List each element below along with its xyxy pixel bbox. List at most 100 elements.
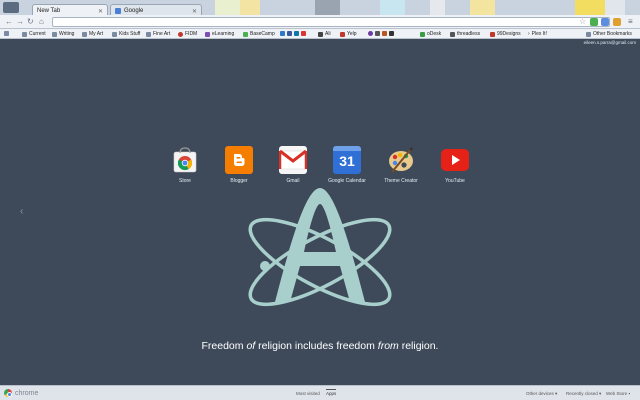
odesk-icon — [420, 31, 425, 37]
youtube-icon — [441, 146, 469, 174]
forward-icon[interactable]: → — [16, 17, 24, 26]
app-gmail[interactable]: Gmail — [273, 146, 313, 184]
bookmark-favicon-icon — [382, 31, 387, 36]
bookmark-item[interactable]: My Art — [82, 31, 103, 37]
other-bookmarks[interactable]: Other Bookmarks — [586, 31, 632, 37]
tab-google[interactable]: Google ✕ — [110, 4, 202, 15]
reload-icon[interactable]: ↻ — [27, 17, 34, 26]
theme-decoration — [315, 0, 340, 15]
bookmark-favicon-icon — [318, 31, 323, 37]
bookmark-item[interactable]: eLearning — [205, 31, 234, 37]
account-email: eileen.s.parra@gmail.com — [583, 40, 636, 45]
theme-decoration — [430, 0, 445, 15]
yelp-icon — [340, 31, 345, 37]
app-label: YouTube — [445, 178, 465, 184]
extension-icon[interactable] — [590, 18, 598, 26]
web-store-link[interactable]: Web Store ▪ — [606, 391, 630, 396]
bookmark-favicon-icon — [280, 31, 285, 36]
ntp-footer: chrome Most visited Apps Other devices ▾… — [0, 385, 640, 400]
tab-label: New Tab — [37, 8, 61, 14]
other-devices-menu[interactable]: Other devices ▾ — [526, 391, 557, 397]
folder-icon — [146, 31, 151, 37]
tab-most-visited[interactable]: Most visited — [296, 391, 320, 396]
omnibox[interactable] — [52, 17, 610, 34]
folder-icon — [52, 31, 57, 37]
folder-icon — [586, 31, 591, 37]
tab-strip: New Tab ✕ Google ✕ — [0, 0, 640, 15]
threadless-icon — [450, 31, 455, 37]
app-youtube[interactable]: YouTube — [435, 146, 475, 184]
folder-icon — [82, 31, 87, 37]
bookmark-favicon-icon — [301, 31, 306, 36]
facebook-icon — [287, 31, 292, 36]
bookmark-item[interactable]: FIDM — [178, 31, 197, 37]
electron-dot — [260, 261, 270, 271]
blogger-icon — [225, 146, 253, 174]
back-icon[interactable]: ← — [5, 17, 13, 26]
close-icon[interactable]: ✕ — [98, 8, 103, 15]
close-icon[interactable]: ✕ — [192, 8, 197, 15]
tab-label: Google — [124, 8, 144, 14]
bookmark-item[interactable]: Fine Art — [146, 31, 170, 37]
chrome-icon — [4, 389, 12, 397]
apps-icon — [4, 31, 9, 36]
bookmark-favicon-icon — [375, 31, 380, 36]
bookmark-item[interactable]: oDesk — [420, 31, 441, 37]
tab-apps[interactable]: Apps — [326, 389, 337, 396]
toolbar: ← → ↻ ⌂ ☆ ≡ — [0, 15, 640, 34]
letter-a-shape — [275, 188, 365, 302]
bookmark-star-icon[interactable]: ☆ — [579, 17, 586, 26]
recently-closed-menu[interactable]: Recently closed ▾ — [566, 391, 601, 397]
palette-icon — [387, 146, 415, 174]
chrome-logo[interactable]: chrome — [4, 389, 38, 397]
atheist-atom-symbol — [248, 188, 392, 307]
bookmark-icons-group[interactable] — [368, 31, 394, 36]
extension-icon[interactable] — [613, 18, 621, 26]
theme-decoration — [605, 0, 625, 15]
bookmark-favicon-icon — [389, 31, 394, 36]
bookmark-item[interactable]: Writing — [52, 31, 74, 37]
arrow-icon: › — [528, 31, 530, 37]
google-favicon-icon — [115, 8, 121, 14]
bookmark-item[interactable]: Current — [22, 31, 46, 37]
app-google-calendar[interactable]: 31 Google Calendar — [327, 146, 367, 184]
bookmark-item[interactable]: threadless — [450, 31, 480, 37]
app-store[interactable]: Store — [165, 146, 205, 184]
folder-icon — [112, 31, 117, 37]
bookmark-item[interactable]: › Plex It! — [528, 31, 547, 37]
basecamp-icon — [243, 31, 248, 37]
theme-decoration — [470, 0, 495, 15]
bookmark-item[interactable]: 99Designs — [490, 31, 521, 37]
folder-icon — [22, 31, 27, 37]
linkedin-icon — [294, 31, 299, 36]
bookmark-icons-group[interactable] — [280, 31, 306, 36]
bookmark-item[interactable]: BaseCamp — [243, 31, 275, 37]
theme-decoration — [215, 0, 240, 15]
bookmark-item[interactable]: Kids Stuff — [112, 31, 140, 37]
wrench-menu-icon[interactable]: ≡ — [628, 17, 633, 26]
bookmark-favicon-icon — [368, 31, 373, 36]
elearning-icon — [205, 31, 210, 37]
previous-page-arrow-icon[interactable]: ‹ — [20, 206, 23, 217]
theme-decoration — [575, 0, 605, 15]
bookmark-item[interactable]: Yelp — [340, 31, 357, 37]
tab-new-tab[interactable]: New Tab ✕ — [32, 4, 108, 15]
app-blogger[interactable]: Blogger — [219, 146, 259, 184]
app-label: Store — [179, 178, 191, 184]
window-menu-button[interactable] — [3, 2, 19, 13]
99designs-icon — [490, 31, 495, 37]
fidm-icon — [178, 31, 183, 37]
theme-decoration — [380, 0, 405, 15]
app-theme-creator[interactable]: Theme Creator — [381, 146, 421, 184]
home-icon[interactable]: ⌂ — [39, 17, 44, 26]
bookmark-item[interactable]: Ali — [318, 31, 331, 37]
calendar-icon: 31 — [333, 146, 361, 174]
extension-icon[interactable] — [601, 18, 609, 26]
apps-shortcut[interactable] — [4, 31, 9, 36]
tagline: Freedom of religion includes freedom fro… — [201, 340, 439, 352]
theme-decoration — [240, 0, 260, 15]
bookmarks-bar: Current Writing My Art Kids Stuff Fine A… — [0, 29, 640, 39]
calendar-day: 31 — [339, 153, 355, 169]
chrome-store-icon — [171, 146, 199, 174]
gmail-icon — [279, 146, 307, 174]
